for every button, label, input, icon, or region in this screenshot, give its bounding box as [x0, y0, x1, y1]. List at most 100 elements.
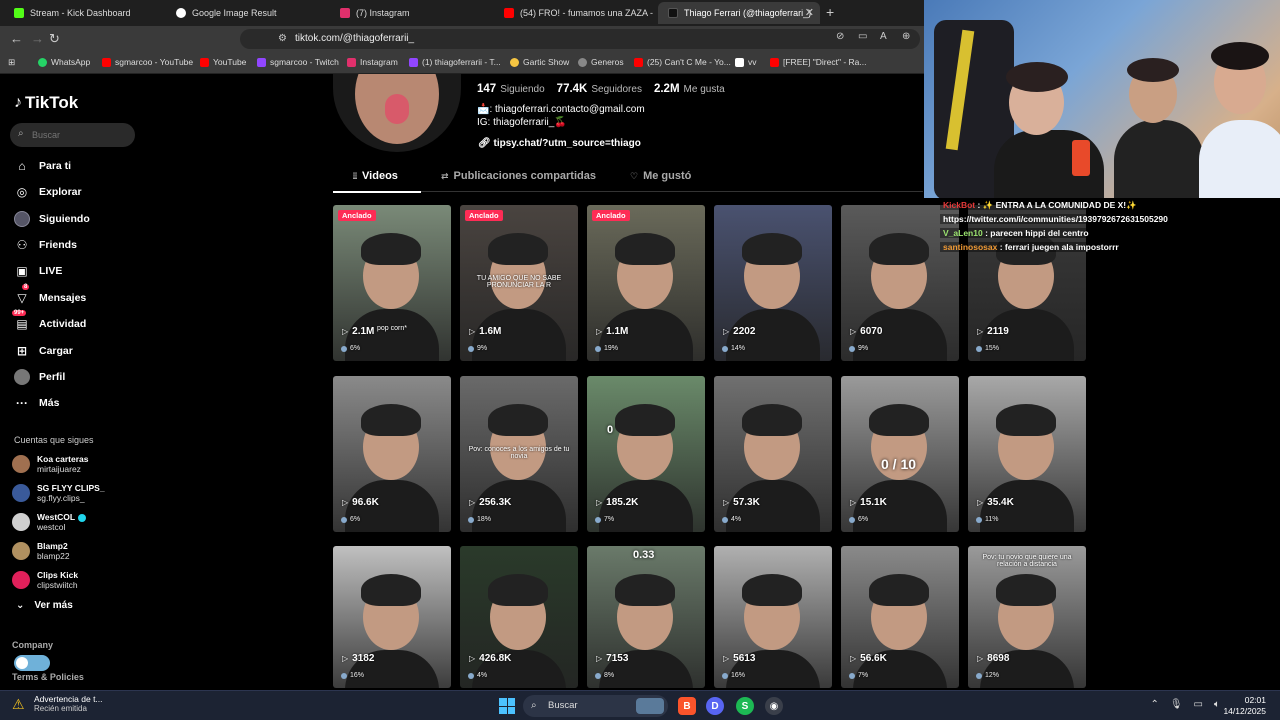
video-card[interactable]: ▷ 56.6K 7% — [841, 546, 959, 688]
apps-grid-icon[interactable]: ⊞ — [8, 57, 15, 68]
terms-link[interactable]: Terms & Policies — [12, 672, 84, 682]
microphone-icon[interactable]: 🎙︎ — [1170, 699, 1183, 710]
video-card[interactable]: ▷ 3182 16% — [333, 546, 451, 688]
bookmark-item[interactable]: YouTube — [200, 57, 246, 67]
video-card[interactable]: Pov: tu novio que quiere una relación a … — [968, 546, 1086, 688]
spotify-icon[interactable]: S — [736, 697, 754, 715]
browser-tab-active[interactable]: Thiago Ferrari (@thiagoferrari_) ✕ — [658, 2, 820, 24]
tab-reposts[interactable]: ⇄ Publicaciones compartidas — [441, 170, 596, 182]
bookmark-label: [FREE] "Direct" - Ra... — [783, 57, 867, 67]
bookmark-item[interactable]: [FREE] "Direct" - Ra... — [770, 57, 867, 67]
person-shirt — [1114, 120, 1204, 198]
nav-item-cargar[interactable]: ⊞ Cargar — [14, 340, 73, 362]
video-card[interactable]: ▷ 57.3K 4% — [714, 376, 832, 532]
nav-item-perfil[interactable]: Perfil — [14, 366, 65, 388]
search-box[interactable]: ⌕ — [10, 123, 135, 147]
zoom-icon[interactable]: ⊕ — [902, 31, 910, 42]
chevron-up-icon[interactable]: ⌃ — [1150, 699, 1158, 710]
bookmark-item[interactable]: sgmarcoo - Twitch — [257, 57, 339, 67]
obs-icon[interactable]: ◉ — [765, 697, 783, 715]
search-input[interactable] — [32, 127, 127, 143]
followers-stat[interactable]: 77.4K Seguidores — [557, 83, 642, 95]
brave-icon[interactable]: B — [678, 697, 696, 715]
account-handle: sg.flyy.clips_ — [37, 493, 85, 503]
tiktok-logo[interactable]: ♪ TikTok — [14, 93, 78, 113]
bookmark-item[interactable]: Instagram — [347, 57, 398, 67]
discord-icon[interactable]: D — [706, 697, 724, 715]
network-icon[interactable]: ▭ — [1194, 699, 1203, 710]
url-field[interactable]: ⚙ tiktok.com/@thiagoferrarii_ — [240, 29, 920, 49]
notification-widget[interactable]: ⚠ Advertencia de t... Recién emitida — [12, 694, 103, 714]
bookmark-item[interactable]: Gartic Show — [510, 57, 569, 67]
bookmark-item[interactable]: WhatsApp — [38, 57, 90, 67]
video-card[interactable]: ▷ 2202 14% — [714, 205, 832, 361]
nav-item-friends[interactable]: ⚇ Friends — [14, 234, 77, 256]
browser-tab[interactable]: Google Image Result — [166, 2, 331, 24]
nav-item-mas[interactable]: ··· Más — [14, 392, 59, 414]
tab-videos[interactable]: ⦙⦙ Videos — [353, 170, 398, 182]
translate-icon[interactable]: A — [880, 31, 887, 42]
see-more-label: Ver más — [34, 600, 73, 611]
reload-icon[interactable]: ↻ — [49, 31, 60, 47]
video-card[interactable]: Anclado TU AMIGO QUE NO SABE PRONUNCIAR L… — [460, 205, 578, 361]
video-card[interactable]: Pov: conoces a los amigos de tu novia ▷ 25… — [460, 376, 578, 532]
browser-tab[interactable]: Stream - Kick Dashboard — [4, 2, 164, 24]
bookmark-item[interactable]: (25) Can't C Me - Yo... — [634, 57, 731, 67]
following-account[interactable]: Koa carteras mirtaijuarez — [12, 452, 89, 476]
forward-arrow-icon[interactable]: → — [31, 31, 44, 46]
video-card[interactable]: ▷ 426.8K 4% — [460, 546, 578, 688]
video-card[interactable]: ▷ 5613 16% — [714, 546, 832, 688]
view-count: ▷ 2.1M — [342, 326, 374, 337]
taskbar-search[interactable]: ⌕ Buscar — [523, 695, 668, 717]
following-account[interactable]: Blamp2 blamp22 — [12, 539, 70, 563]
nav-item-actividad[interactable]: ▤ 99+ Actividad — [12, 310, 86, 335]
company-link[interactable]: Company — [12, 640, 53, 650]
grid-icon: ⦙⦙ — [353, 170, 358, 181]
nav-item-live[interactable]: ▣ LIVE — [14, 260, 62, 282]
nav-item-explorar[interactable]: ◎ Explorar — [14, 181, 82, 203]
video-card[interactable]: ▷ 35.4K 11% — [968, 376, 1086, 532]
tiktok-sidebar: ♪TikTok ⌕ ⌂ Para ti ◎ Explorar Siguiendo ⚇… — [0, 75, 150, 690]
following-account[interactable]: Clips Kick clipstwiitch — [12, 568, 78, 592]
screen-icon[interactable]: ▭ — [858, 31, 867, 42]
engagement-text: 12% — [985, 672, 1000, 679]
browser-tab[interactable]: (54) FRO! - fumamos una ZAZA - You — [494, 2, 654, 24]
video-card[interactable]: 0 / 10 ▷ 15.1K 6% — [841, 376, 959, 532]
windows-start-button[interactable] — [499, 698, 515, 714]
video-card[interactable]: 0.33 ▷ 7153 8% — [587, 546, 705, 688]
following-stat[interactable]: 147 Siguiendo — [477, 83, 545, 95]
new-tab-button[interactable]: + — [826, 4, 834, 20]
video-card[interactable]: 0 ▷ 185.2K 7% — [587, 376, 705, 532]
nav-label: Mensajes — [39, 292, 87, 304]
video-card[interactable]: ▷ 96.6K 6% — [333, 376, 451, 532]
clock[interactable]: 02:01 14/12/2025 — [1223, 695, 1266, 717]
account-handle: clipstwiitch — [37, 580, 78, 590]
tab-liked[interactable]: ♡ Me gustó — [630, 170, 691, 182]
bookmark-item[interactable]: Generos — [578, 57, 624, 67]
site-info-icon[interactable]: ⚙ — [278, 33, 287, 44]
volume-icon[interactable]: 🔈︎ — [1214, 699, 1220, 710]
following-account[interactable]: WestCOL westcol — [12, 510, 87, 534]
nav-label: Friends — [39, 239, 77, 251]
translate-toggle[interactable] — [14, 655, 50, 671]
profile-avatar[interactable] — [333, 74, 461, 152]
eye-off-icon[interactable]: ⊘ — [836, 31, 844, 42]
nav-item-siguiendo[interactable]: Siguiendo — [14, 208, 90, 230]
back-arrow-icon[interactable]: ← — [10, 31, 23, 46]
bookmark-item[interactable]: sgmarcoo - YouTube — [102, 57, 193, 67]
close-icon[interactable]: ✕ — [805, 6, 814, 19]
view-count-text: 1.1M — [606, 326, 629, 337]
see-more-button[interactable]: ⌄ Ver más — [16, 600, 73, 611]
url-text: tiktok.com/@thiagoferrarii_ — [295, 33, 415, 44]
nav-item-para-ti[interactable]: ⌂ Para ti — [14, 155, 71, 177]
browser-tab[interactable]: (7) Instagram — [330, 2, 495, 24]
bookmark-item[interactable]: (1) thiagoferrarii - T... — [409, 57, 501, 67]
nav-item-mensajes[interactable]: ▽ 8 Mensajes — [14, 284, 87, 309]
profile-link[interactable]: 🔗︎ tipsy.chat/?utm_source=thiago — [478, 138, 641, 149]
video-card[interactable]: Anclado ▷ 1.1M 19% — [587, 205, 705, 361]
view-count: ▷ 426.8K — [469, 653, 511, 664]
bookmark-item[interactable]: vv — [735, 57, 757, 67]
video-card[interactable]: Anclado pop corn* ▷ 2.1M 6% — [333, 205, 451, 361]
engagement-percent: 11% — [976, 516, 999, 523]
following-account[interactable]: SG FLYY CLIPS_ sg.flyy.clips_ — [12, 481, 105, 505]
